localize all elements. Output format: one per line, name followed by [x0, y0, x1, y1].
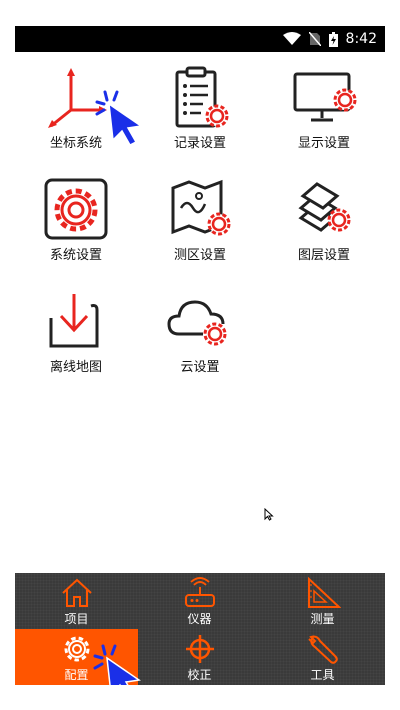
tile-system-settings[interactable]: 系统设置	[21, 178, 131, 278]
router-icon	[184, 577, 215, 607]
tile-label: 显示设置	[297, 136, 350, 151]
gear-icon	[64, 636, 89, 662]
mouse-pointer-icon	[264, 508, 274, 521]
nav-instrument[interactable]: 仪器	[138, 573, 261, 629]
nav-label: 校正	[187, 668, 212, 682]
layers-gear-icon	[298, 182, 351, 232]
tap-cursor-icon	[93, 644, 141, 685]
tile-layer-settings[interactable]: 图层设置	[269, 178, 379, 278]
phone-screen: 8:42 坐标系统 记录设置 显示设置 系统设置 测区设置 图层设置 离线地图 …	[15, 26, 385, 685]
tile-label: 云设置	[180, 360, 220, 375]
nav-tools[interactable]: 工具	[261, 629, 384, 685]
nav-measure[interactable]: 测量	[261, 573, 384, 629]
tile-label: 记录设置	[173, 136, 226, 151]
tile-display-settings[interactable]: 显示设置	[269, 66, 379, 166]
crosshair-icon	[185, 635, 214, 663]
wrench-icon	[307, 635, 338, 664]
nav-label: 配置	[64, 668, 89, 682]
nav-calibrate[interactable]: 校正	[138, 629, 261, 685]
download-map-icon	[49, 294, 99, 348]
monitor-gear-icon	[293, 72, 357, 122]
map-gear-icon	[171, 179, 231, 236]
system-gear-icon	[44, 178, 108, 240]
bottom-navigation: 项目 仪器 测量 配置 校正 工具	[15, 573, 385, 685]
tap-cursor-icon	[95, 90, 143, 146]
nav-project[interactable]: 项目	[15, 573, 138, 629]
nav-label: 工具	[310, 668, 335, 682]
nav-label: 仪器	[187, 612, 212, 626]
status-bar: 8:42	[15, 26, 385, 52]
wifi-icon	[282, 32, 301, 45]
tile-label: 系统设置	[49, 248, 102, 263]
home-icon	[61, 578, 92, 607]
status-time: 8:42	[345, 31, 377, 47]
cloud-gear-icon	[167, 300, 227, 346]
tile-label: 图层设置	[297, 248, 350, 263]
battery-charging-icon	[328, 31, 338, 47]
tile-cloud-settings[interactable]: 云设置	[145, 290, 255, 390]
clipboard-gear-icon	[175, 66, 229, 128]
tile-offline-map[interactable]: 离线地图	[21, 290, 131, 390]
no-sim-icon	[308, 32, 321, 46]
tile-label: 测区设置	[173, 248, 226, 263]
tile-record-settings[interactable]: 记录设置	[145, 66, 255, 166]
nav-label: 项目	[64, 612, 89, 626]
nav-label: 测量	[310, 612, 335, 626]
config-menu: 坐标系统 记录设置 显示设置 系统设置 测区设置 图层设置 离线地图 云设置	[15, 52, 385, 573]
tile-survey-area-settings[interactable]: 测区设置	[145, 178, 255, 278]
set-square-icon	[307, 577, 341, 608]
tile-label: 离线地图	[49, 360, 102, 375]
